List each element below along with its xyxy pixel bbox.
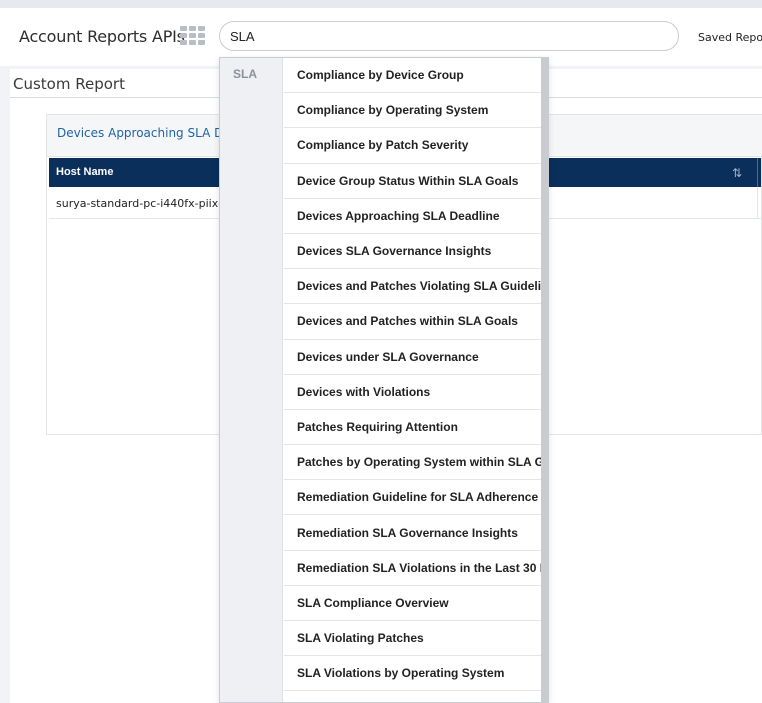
sort-icon[interactable]: ⇅ (732, 166, 742, 180)
suggestion-item[interactable]: Devices SLA Governance Insights (284, 234, 542, 270)
suggestion-item[interactable]: Remediation Guideline for SLA Adherence (284, 480, 542, 516)
suggestion-list: Compliance by Device Group Compliance by… (284, 58, 542, 692)
app-title: Account Reports APIs (19, 27, 185, 46)
top-strip (0, 0, 762, 8)
suggestion-item[interactable]: Devices Approaching SLA Deadline (284, 199, 542, 234)
suggestion-category-label: SLA (233, 67, 257, 81)
suggestion-category-column: SLA (220, 58, 283, 702)
apps-grid-icon[interactable] (180, 26, 206, 46)
suggestion-item[interactable]: SLA Violating Patches (284, 621, 542, 657)
dropdown-scrollbar[interactable] (541, 58, 548, 702)
suggestion-item[interactable]: SLA Compliance Overview (284, 586, 542, 621)
suggestion-item[interactable]: Remediation SLA Violations in the Last 3… (284, 551, 542, 586)
suggestion-item[interactable]: Devices under SLA Governance (284, 340, 542, 375)
suggestion-item[interactable]: Devices with Violations (284, 375, 542, 410)
suggestion-item[interactable]: Patches Requiring Attention (284, 410, 542, 446)
saved-reports-link[interactable]: Saved Report (698, 31, 762, 44)
suggestion-item[interactable]: Compliance by Patch Severity (284, 128, 542, 164)
column-header-host-name[interactable]: Host Name (56, 166, 113, 178)
suggestion-item[interactable]: Compliance by Operating System (284, 93, 542, 129)
page-title: Custom Report (13, 75, 125, 93)
suggestion-item[interactable]: Patches by Operating System within SLA G… (284, 445, 542, 481)
column-divider (757, 187, 758, 219)
suggestion-item[interactable]: Remediation SLA Governance Insights (284, 515, 542, 551)
search-input[interactable] (219, 21, 679, 51)
suggestion-item[interactable]: Device Group Status Within SLA Goals (284, 164, 542, 199)
column-divider (757, 158, 758, 187)
suggestion-item[interactable]: Devices and Patches Violating SLA Guidel… (284, 269, 542, 305)
search-suggestions-dropdown: SLA Compliance by Device Group Complianc… (219, 57, 549, 703)
suggestion-item[interactable]: SLA Violations by Operating System (284, 656, 542, 692)
suggestion-item[interactable]: Compliance by Device Group (284, 58, 542, 94)
suggestion-item[interactable]: Devices and Patches within SLA Goals (284, 304, 542, 340)
